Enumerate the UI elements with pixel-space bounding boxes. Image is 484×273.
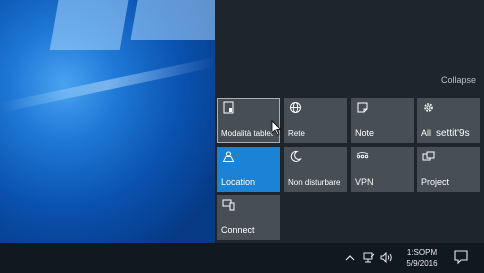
desktop-wallpaper — [0, 0, 215, 243]
tile-quiet-hours[interactable]: Non disturbare — [284, 147, 347, 192]
chevron-up-icon[interactable] — [345, 254, 355, 262]
mouse-cursor-icon — [271, 120, 281, 136]
tile-label: Note — [355, 128, 375, 138]
network-icon[interactable] — [363, 252, 375, 263]
location-icon — [222, 151, 235, 162]
tile-label: VPN — [355, 177, 374, 187]
vpn-icon — [356, 152, 369, 159]
gear-icon — [424, 103, 433, 112]
tile-overlay-text: settit'9s — [436, 128, 470, 139]
moon-icon — [290, 150, 302, 162]
collapse-link[interactable]: Collapse — [441, 75, 476, 85]
tile-label: All — [421, 128, 432, 138]
tile-label: Modalità tablet — [221, 129, 274, 138]
clock-date: 5/9/2016 — [406, 259, 438, 268]
connect-icon — [222, 199, 235, 211]
wallpaper-light-beam — [0, 57, 215, 113]
tile-network[interactable]: Rete — [284, 98, 347, 143]
clock-time: 1:SOPM — [406, 248, 438, 257]
tablet-mode-icon — [223, 101, 234, 114]
tile-label: Connect — [221, 225, 255, 235]
tile-vpn[interactable]: VPN — [351, 147, 414, 192]
taskbar-clock[interactable]: 1:SOPM 5/9/2016 — [400, 247, 444, 269]
tile-label: Rete — [288, 129, 305, 138]
tile-location[interactable]: Location — [217, 147, 280, 192]
action-center-notification-icon[interactable] — [452, 249, 470, 265]
tile-label: Location — [221, 177, 256, 187]
wallpaper-window-pane — [49, 0, 131, 50]
tile-project[interactable]: Project — [417, 147, 480, 192]
project-icon — [422, 151, 435, 161]
tile-connect[interactable]: Connect — [217, 195, 280, 240]
globe-network-icon — [290, 102, 301, 113]
tile-label: Non disturbare — [288, 178, 341, 187]
tile-note[interactable]: Note — [351, 98, 414, 143]
tile-label: Project — [421, 177, 450, 187]
note-icon — [357, 102, 368, 113]
tile-all-settings[interactable]: All settit'9s — [417, 98, 480, 143]
wallpaper-window-pane — [130, 0, 215, 40]
volume-icon[interactable] — [380, 252, 393, 263]
